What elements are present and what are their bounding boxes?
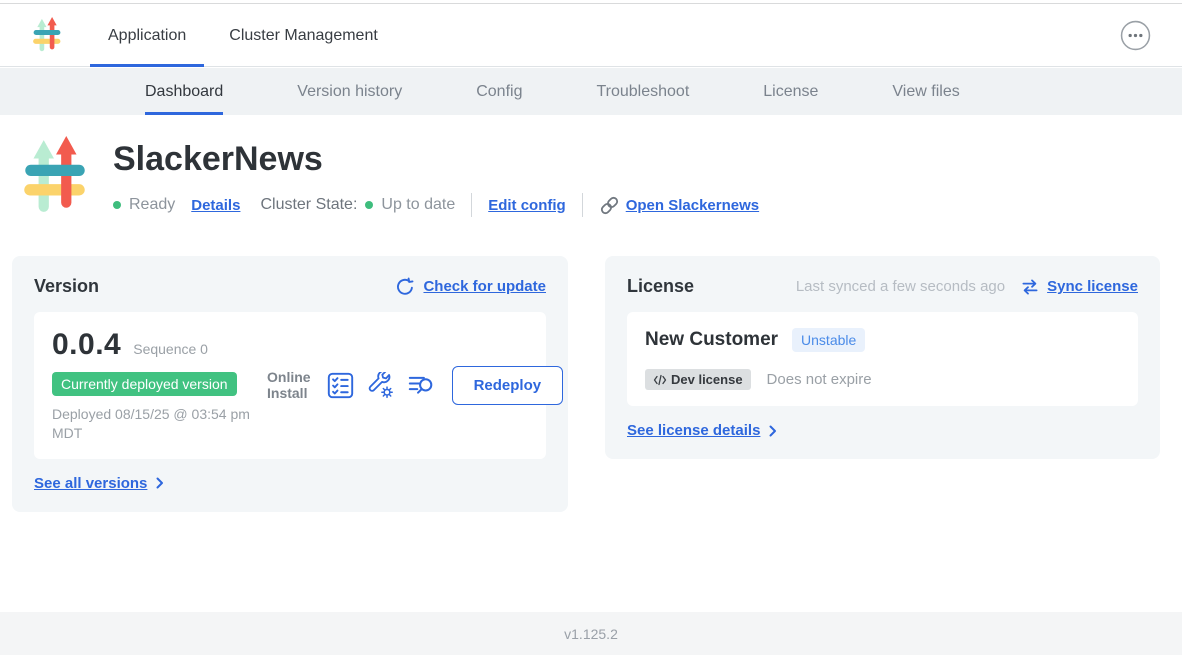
header-tabs: Application Cluster Management [106,5,419,67]
see-license-details-link[interactable]: See license details [627,422,760,439]
version-card: Version Check for update [12,256,568,512]
chain-link-icon [599,195,620,216]
deploy-logs-icon[interactable] [407,372,434,399]
preflight-checks-icon[interactable] [327,372,354,399]
app-status-row: Ready Details Cluster State: Up to date … [113,193,759,217]
subtab-view-files[interactable]: View files [892,68,959,115]
current-version-panel: 0.0.4 Sequence 0 Currently deployed vers… [34,312,546,459]
cluster-status-dot [365,201,373,209]
page-title: SlackerNews [113,141,759,178]
header-nav: Application Cluster Management [0,5,1182,67]
ellipsis-icon [1120,20,1151,51]
version-number: 0.0.4 [52,328,121,362]
sync-arrows-icon [1020,277,1040,297]
subtab-config[interactable]: Config [476,68,522,115]
last-synced-text: Last synced a few seconds ago [796,278,1005,295]
open-app-link[interactable]: Open Slackernews [599,195,759,216]
subtab-dashboard[interactable]: Dashboard [145,68,223,115]
see-all-versions-link[interactable]: See all versions [34,475,147,492]
license-type-label: Dev license [671,372,743,387]
tab-application[interactable]: Application [106,5,188,67]
app-logo-large [24,136,86,218]
cluster-state-label: Cluster State: [260,196,357,214]
edit-config-link[interactable]: Edit config [488,197,566,214]
cluster-state-value: Up to date [381,196,455,214]
version-card-title: Version [34,276,99,297]
chevron-right-icon [154,477,166,489]
dashboard-cards: Version Check for update [12,256,1160,512]
app-header: SlackerNews Ready Details Cluster State:… [24,136,759,218]
channel-badge: Unstable [792,328,865,352]
license-card-title: License [627,276,694,297]
deployed-badge: Currently deployed version [52,372,237,396]
license-type-badge: Dev license [645,369,751,390]
install-type-label: Online Install [267,369,311,403]
divider [471,193,472,217]
footer-bar: v1.125.2 [0,612,1182,655]
refresh-icon [395,277,415,297]
tab-cluster-management[interactable]: Cluster Management [227,5,380,67]
divider [582,193,583,217]
subtab-license[interactable]: License [763,68,818,115]
sync-license-link[interactable]: Sync license [1047,278,1138,295]
open-app-label: Open Slackernews [626,197,759,214]
app-logo-icon [33,17,61,54]
subtab-version-history[interactable]: Version history [297,68,402,115]
admin-console-screen: Application Cluster Management Dashboard… [0,0,1182,655]
app-subnav: Dashboard Version history Config Trouble… [0,68,1182,115]
chevron-right-icon [767,425,779,437]
redeploy-button[interactable]: Redeploy [452,366,564,405]
customer-name: New Customer [645,329,778,351]
check-for-update-label: Check for update [423,278,546,295]
subtab-troubleshoot[interactable]: Troubleshoot [596,68,689,115]
license-card: License Last synced a few seconds ago Sy… [605,256,1160,459]
license-panel: New Customer Unstable Dev license Does n… [627,312,1138,406]
console-version: v1.125.2 [564,626,618,642]
code-icon [653,374,671,386]
sequence-label: Sequence 0 [133,341,208,357]
deployed-timestamp: Deployed 08/15/25 @ 03:54 pm MDT [52,405,262,443]
expiry-text: Does not expire [767,371,872,388]
check-for-update-link[interactable]: Check for update [395,277,546,297]
app-status-dot [113,201,121,209]
top-divider [0,0,1182,4]
details-link[interactable]: Details [191,197,240,214]
app-status-text: Ready [129,196,175,214]
overflow-menu-button[interactable] [1120,20,1151,51]
config-wrench-icon[interactable] [367,372,394,399]
